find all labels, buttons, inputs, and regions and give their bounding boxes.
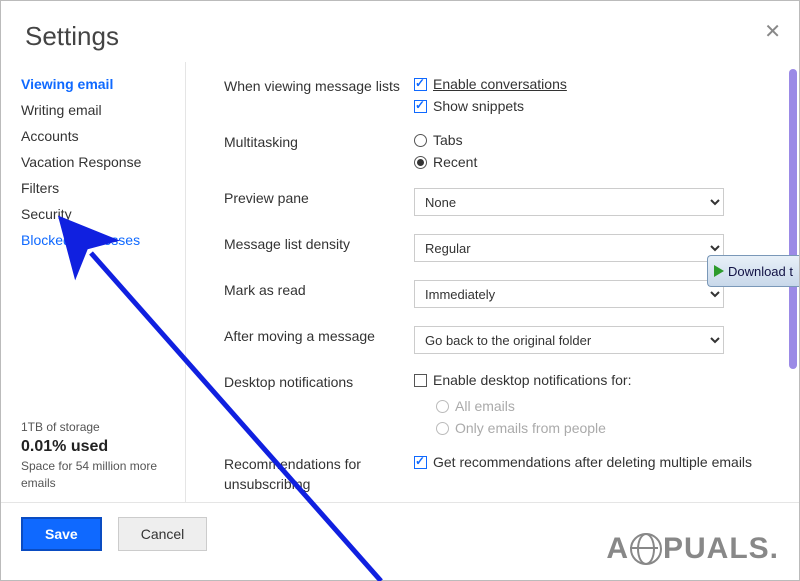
check-icon <box>414 100 427 113</box>
settings-window: Settings ✕ Viewing email Writing email A… <box>0 0 800 581</box>
play-icon <box>714 265 724 277</box>
globe-icon <box>630 533 662 565</box>
checkbox-recommendations[interactable]: Get recommendations after deleting multi… <box>414 454 779 470</box>
check-icon <box>414 78 427 91</box>
sidebar-item-security[interactable]: Security <box>21 206 185 222</box>
sidebar-item-blocked-addresses[interactable]: Blocked Addresses <box>21 232 185 248</box>
header: Settings ✕ <box>1 1 799 62</box>
radio-recent[interactable]: Recent <box>414 154 779 170</box>
select-mark-read[interactable]: Immediately <box>414 280 724 308</box>
label-mark-read: Mark as read <box>224 280 414 300</box>
save-button[interactable]: Save <box>21 517 102 551</box>
close-icon[interactable]: ✕ <box>764 19 781 44</box>
watermark: A PUALS. <box>606 532 779 566</box>
storage-total: 1TB of storage <box>21 419 185 436</box>
label-density: Message list density <box>224 234 414 254</box>
page-title: Settings <box>25 21 799 52</box>
checkbox-enable-conversations[interactable]: Enable conversations <box>414 76 779 92</box>
sidebar-item-vacation-response[interactable]: Vacation Response <box>21 154 185 170</box>
radio-tabs[interactable]: Tabs <box>414 132 779 148</box>
sidebar-item-accounts[interactable]: Accounts <box>21 128 185 144</box>
cancel-button[interactable]: Cancel <box>118 517 208 551</box>
storage-remaining: Space for 54 million more emails <box>21 458 185 492</box>
radio-icon <box>436 422 449 435</box>
check-icon <box>414 456 427 469</box>
radio-icon <box>436 400 449 413</box>
storage-percent: 0.01% used <box>21 436 185 458</box>
sidebar: Viewing email Writing email Accounts Vac… <box>1 62 186 502</box>
check-icon <box>414 374 427 387</box>
storage-info: 1TB of storage 0.01% used Space for 54 m… <box>21 419 185 502</box>
sidebar-item-viewing-email[interactable]: Viewing email <box>21 76 185 92</box>
label-multitasking: Multitasking <box>224 132 414 152</box>
label-after-move: After moving a message <box>224 326 414 346</box>
checkbox-enable-desktop-notifications[interactable]: Enable desktop notifications for: <box>414 372 779 388</box>
label-recommendations: Recommendations for unsubscribing <box>224 454 414 494</box>
sidebar-item-writing-email[interactable]: Writing email <box>21 102 185 118</box>
radio-icon <box>414 134 427 147</box>
radio-icon <box>414 156 427 169</box>
download-text: Download t <box>728 264 793 279</box>
sidebar-item-filters[interactable]: Filters <box>21 180 185 196</box>
radio-people-emails: Only emails from people <box>436 420 779 436</box>
label-desktop-notifications: Desktop notifications <box>224 372 414 392</box>
radio-all-emails: All emails <box>436 398 779 414</box>
download-badge[interactable]: Download t <box>707 255 799 287</box>
scrollbar[interactable] <box>789 69 797 369</box>
select-preview-pane[interactable]: None <box>414 188 724 216</box>
label-preview-pane: Preview pane <box>224 188 414 208</box>
checkbox-show-snippets[interactable]: Show snippets <box>414 98 779 114</box>
select-after-move[interactable]: Go back to the original folder <box>414 326 724 354</box>
select-density[interactable]: Regular <box>414 234 724 262</box>
label-viewing-lists: When viewing message lists <box>224 76 414 96</box>
